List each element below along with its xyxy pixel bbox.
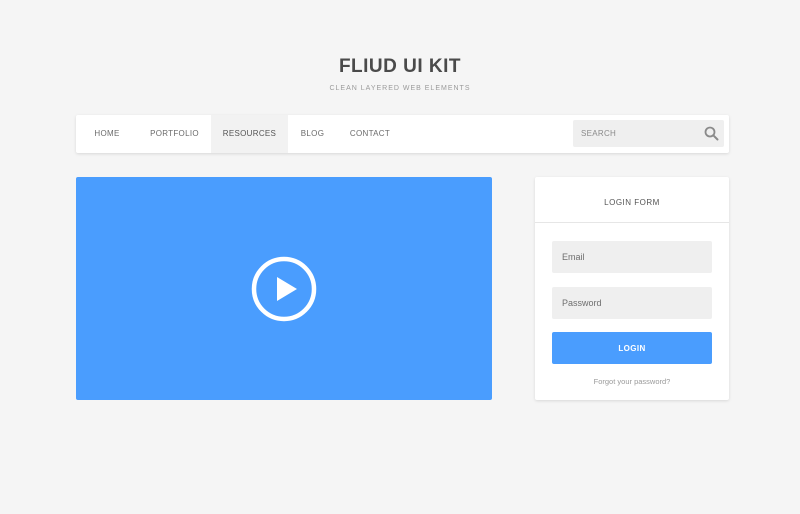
nav-item-portfolio[interactable]: PORTFOLIO (138, 115, 211, 153)
login-form-title: LOGIN FORM (535, 177, 729, 223)
search-box (573, 120, 724, 147)
search-input[interactable] (573, 120, 698, 147)
page-header: FLIUD UI KIT CLEAN LAYERED WEB ELEMENTS (0, 56, 800, 92)
login-form: LOGIN FORM LOGIN Forgot your password? (535, 177, 729, 400)
search-icon[interactable] (704, 126, 719, 141)
video-player[interactable] (76, 177, 492, 400)
forgot-password-link[interactable]: Forgot your password? (535, 377, 729, 386)
page-subtitle: CLEAN LAYERED WEB ELEMENTS (329, 85, 471, 92)
nav-menu: HOME PORTFOLIO RESOURCES BLOG CONTACT (76, 115, 403, 153)
nav-item-blog[interactable]: BLOG (288, 115, 337, 153)
navbar: HOME PORTFOLIO RESOURCES BLOG CONTACT (76, 115, 729, 153)
login-button[interactable]: LOGIN (552, 332, 712, 364)
password-field[interactable] (552, 287, 712, 319)
play-icon[interactable] (251, 256, 317, 322)
page-title: FLIUD UI KIT (338, 56, 462, 77)
email-field[interactable] (552, 241, 712, 273)
nav-item-resources[interactable]: RESOURCES (211, 115, 288, 153)
nav-item-home[interactable]: HOME (76, 115, 138, 153)
nav-item-contact[interactable]: CONTACT (337, 115, 403, 153)
